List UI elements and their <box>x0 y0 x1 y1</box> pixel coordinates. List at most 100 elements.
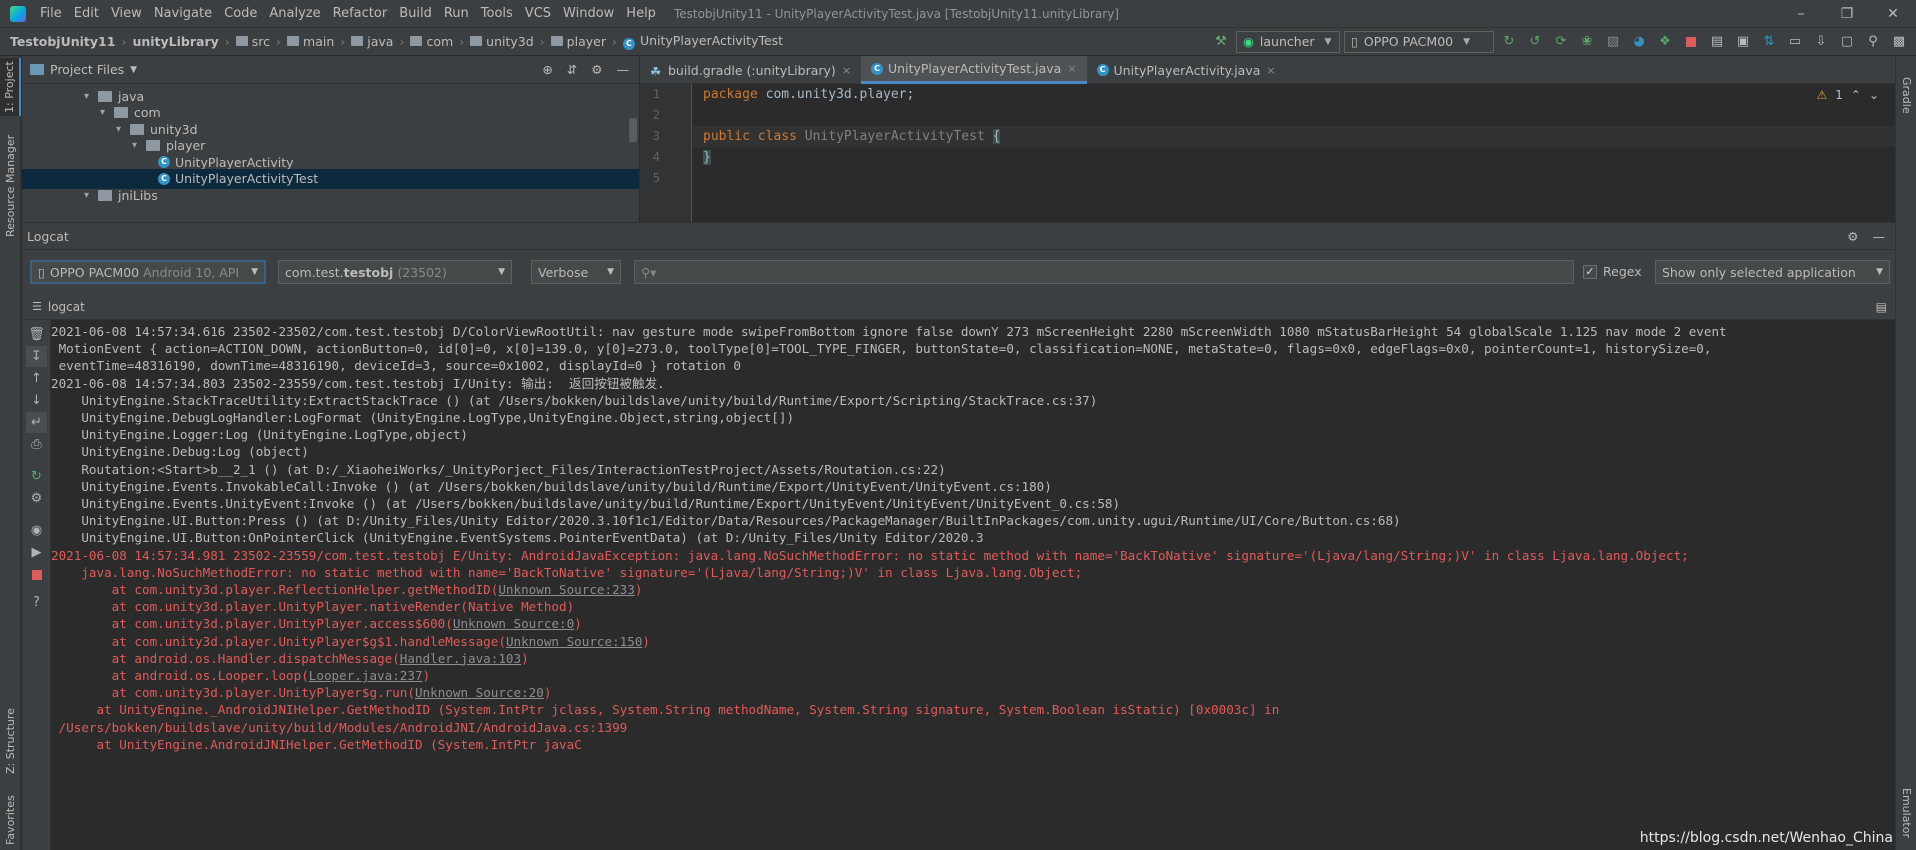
collapse-all-icon[interactable]: ⇵ <box>567 62 577 77</box>
breadcrumb-item[interactable]: unity3d <box>466 34 538 49</box>
hide-icon[interactable]: — <box>1873 229 1886 244</box>
sdk-manager-icon[interactable]: ⇩ <box>1810 31 1832 53</box>
chevron-down-icon[interactable]: ▾ <box>132 140 146 151</box>
restore-icon[interactable]: ❐ <box>1824 6 1870 22</box>
tree-scrollbar[interactable] <box>629 118 637 142</box>
close-icon[interactable]: × <box>842 64 851 77</box>
source-link[interactable]: Unknown Source:20 <box>415 685 544 700</box>
menu-refactor[interactable]: Refactor <box>327 0 394 28</box>
menu-window[interactable]: Window <box>557 0 620 28</box>
emulator-tab[interactable]: Emulator <box>1896 776 1916 850</box>
source-link[interactable]: Handler.java:103 <box>400 651 521 666</box>
source-link[interactable]: Unknown Source:233 <box>498 582 634 597</box>
apply-code-changes-icon[interactable]: ⟳ <box>1550 31 1572 53</box>
print-icon[interactable]: ⎙ <box>26 434 47 455</box>
chevron-down-icon[interactable]: ▾ <box>116 124 130 135</box>
menu-build[interactable]: Build <box>393 0 438 28</box>
chevron-down-icon[interactable]: ▾ <box>84 190 98 201</box>
make-project-icon[interactable]: ⚒ <box>1210 31 1232 53</box>
editor-tab-1[interactable]: ☘ build.gradle (:unityLibrary) × <box>640 56 861 84</box>
breadcrumb-item[interactable]: C UnityPlayerActivityTest <box>619 33 787 50</box>
chevron-down-icon[interactable]: ▾ <box>84 91 98 102</box>
previous-highlight-icon[interactable]: ⌃ <box>1851 88 1861 102</box>
soft-wrap-icon[interactable]: ↵ <box>26 412 47 433</box>
menu-view[interactable]: View <box>105 0 148 28</box>
menu-file[interactable]: File <box>34 0 68 28</box>
source-link[interactable]: Unknown Source:150 <box>506 634 642 649</box>
menu-help[interactable]: Help <box>620 0 662 28</box>
breadcrumb-item[interactable]: src <box>232 34 274 49</box>
screen-record-icon[interactable]: ▶ <box>26 542 47 563</box>
menu-analyze[interactable]: Analyze <box>263 0 326 28</box>
gear-icon[interactable]: ⚙ <box>591 62 602 77</box>
profile-icon[interactable]: ◕ <box>1628 31 1650 53</box>
menu-vcs[interactable]: VCS <box>519 0 557 28</box>
coverage-icon[interactable]: ▧ <box>1602 31 1624 53</box>
project-structure-icon[interactable]: ▤ <box>1706 31 1728 53</box>
menu-tools[interactable]: Tools <box>475 0 519 28</box>
next-highlight-icon[interactable]: ⌄ <box>1869 88 1879 102</box>
gear-icon[interactable]: ⚙ <box>1847 229 1858 244</box>
avd-manager-icon[interactable]: ▭ <box>1784 31 1806 53</box>
breadcrumb-item[interactable]: TestobjUnity11 <box>6 34 119 49</box>
favorites-tab[interactable]: Favorites <box>0 791 21 850</box>
stop-icon[interactable] <box>1680 31 1702 53</box>
help-icon[interactable]: ? <box>26 592 47 613</box>
logcat-output[interactable]: 2021-06-08 14:57:34.616 23502-23502/com.… <box>51 320 1895 850</box>
minimize-icon[interactable]: – <box>1778 6 1824 22</box>
assistant-icon[interactable]: ▩ <box>1888 31 1910 53</box>
search-icon[interactable]: ⚲ <box>1862 31 1884 53</box>
chevron-down-icon[interactable]: ▾ <box>100 107 114 118</box>
regex-checkbox[interactable]: ✓ <box>1583 264 1597 279</box>
run-configuration-dropdown[interactable]: ◉ launcher ▼ <box>1236 30 1340 53</box>
rerun-icon[interactable]: ↻ <box>1498 31 1520 53</box>
apply-changes-icon[interactable]: ↺ <box>1524 31 1546 53</box>
log-level-dropdown[interactable]: Verbose ▼ <box>531 260 621 284</box>
up-arrow-icon[interactable]: ↑ <box>26 368 47 389</box>
sync-gradle-icon[interactable]: ⇅ <box>1758 31 1780 53</box>
editor-tab-2[interactable]: C UnityPlayerActivityTest.java × <box>861 56 1087 84</box>
inspection-widget[interactable]: ⚠ 1 ⌃ ⌄ <box>1816 88 1879 102</box>
locate-icon[interactable]: ⊕ <box>542 62 552 77</box>
breadcrumb-item[interactable]: java <box>347 34 397 49</box>
resource-manager-tab[interactable]: Resource Manager <box>0 126 21 246</box>
source-link[interactable]: Unknown Source:0 <box>453 616 574 631</box>
device-manager-icon[interactable]: ▢ <box>1836 31 1858 53</box>
layout-inspector-icon[interactable]: ▣ <box>1732 31 1754 53</box>
breadcrumb-item[interactable]: unityLibrary <box>128 34 222 49</box>
tree-item-jnilibs[interactable]: ▾ jniLibs <box>22 185 158 205</box>
breadcrumb-item[interactable]: player <box>547 34 610 49</box>
logcat-search-field[interactable]: ⚲▾ <box>634 260 1574 284</box>
device-dropdown[interactable]: ▯ OPPO PACM00 ▼ <box>1344 30 1494 53</box>
down-arrow-icon[interactable]: ↓ <box>26 390 47 411</box>
menu-edit[interactable]: Edit <box>68 0 105 28</box>
restart-icon[interactable]: ↻ <box>26 466 47 487</box>
close-icon[interactable]: × <box>1067 62 1076 75</box>
breadcrumb-item[interactable]: main <box>283 34 338 49</box>
process-dropdown[interactable]: com.test. testobj (23502) ▼ <box>278 260 512 284</box>
hide-icon[interactable]: — <box>617 62 630 77</box>
attach-debugger-icon[interactable]: ❖ <box>1654 31 1676 53</box>
chevron-down-icon[interactable]: ▼ <box>130 65 137 75</box>
stop-icon[interactable] <box>26 564 47 585</box>
logcat-subtab[interactable]: logcat <box>48 300 85 314</box>
project-tool-tab[interactable]: 1: Project <box>0 58 21 116</box>
menu-code[interactable]: Code <box>218 0 263 28</box>
gear-icon[interactable]: ⚙ <box>26 488 47 509</box>
menu-navigate[interactable]: Navigate <box>148 0 218 28</box>
project-view-selector[interactable]: Project Files <box>50 62 124 77</box>
close-icon[interactable]: ✕ <box>1870 6 1916 22</box>
structure-tab[interactable]: Z: Structure <box>0 696 21 786</box>
editor-tab-3[interactable]: C UnityPlayerActivity.java × <box>1087 56 1286 84</box>
scroll-to-end-icon[interactable]: ↧ <box>26 346 47 367</box>
debug-icon[interactable]: ❀ <box>1576 31 1598 53</box>
source-link[interactable]: Looper.java:237 <box>309 668 423 683</box>
regex-option[interactable]: ✓ Regex <box>1583 264 1642 279</box>
logcat-search-input[interactable] <box>662 264 1523 280</box>
breadcrumb-item[interactable]: com <box>406 34 457 49</box>
log-filter-dropdown[interactable]: Show only selected application ▼ <box>1655 260 1890 284</box>
layout-icon[interactable]: ▤ <box>1876 300 1887 314</box>
code-area[interactable]: package com.unity3d.player; public class… <box>693 84 1895 222</box>
menu-run[interactable]: Run <box>438 0 475 28</box>
close-icon[interactable]: × <box>1266 64 1275 77</box>
